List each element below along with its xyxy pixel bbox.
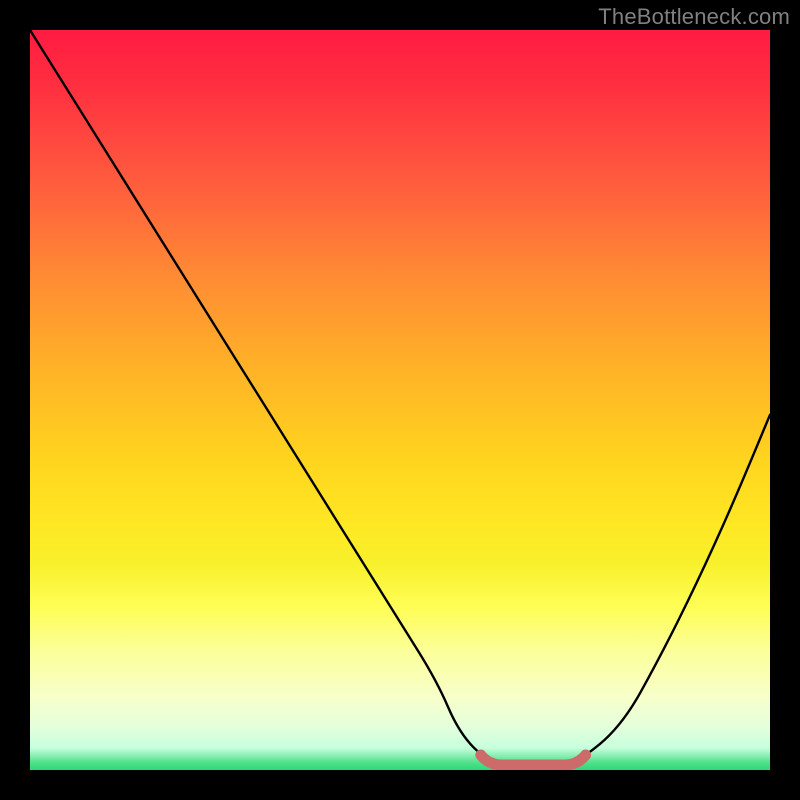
bottleneck-curve-plot	[30, 30, 770, 770]
bottleneck-curve	[30, 30, 770, 770]
optimal-range-marker	[481, 755, 586, 765]
plot-area	[30, 30, 770, 770]
chart-frame: TheBottleneck.com	[0, 0, 800, 800]
attribution-label: TheBottleneck.com	[598, 4, 790, 30]
